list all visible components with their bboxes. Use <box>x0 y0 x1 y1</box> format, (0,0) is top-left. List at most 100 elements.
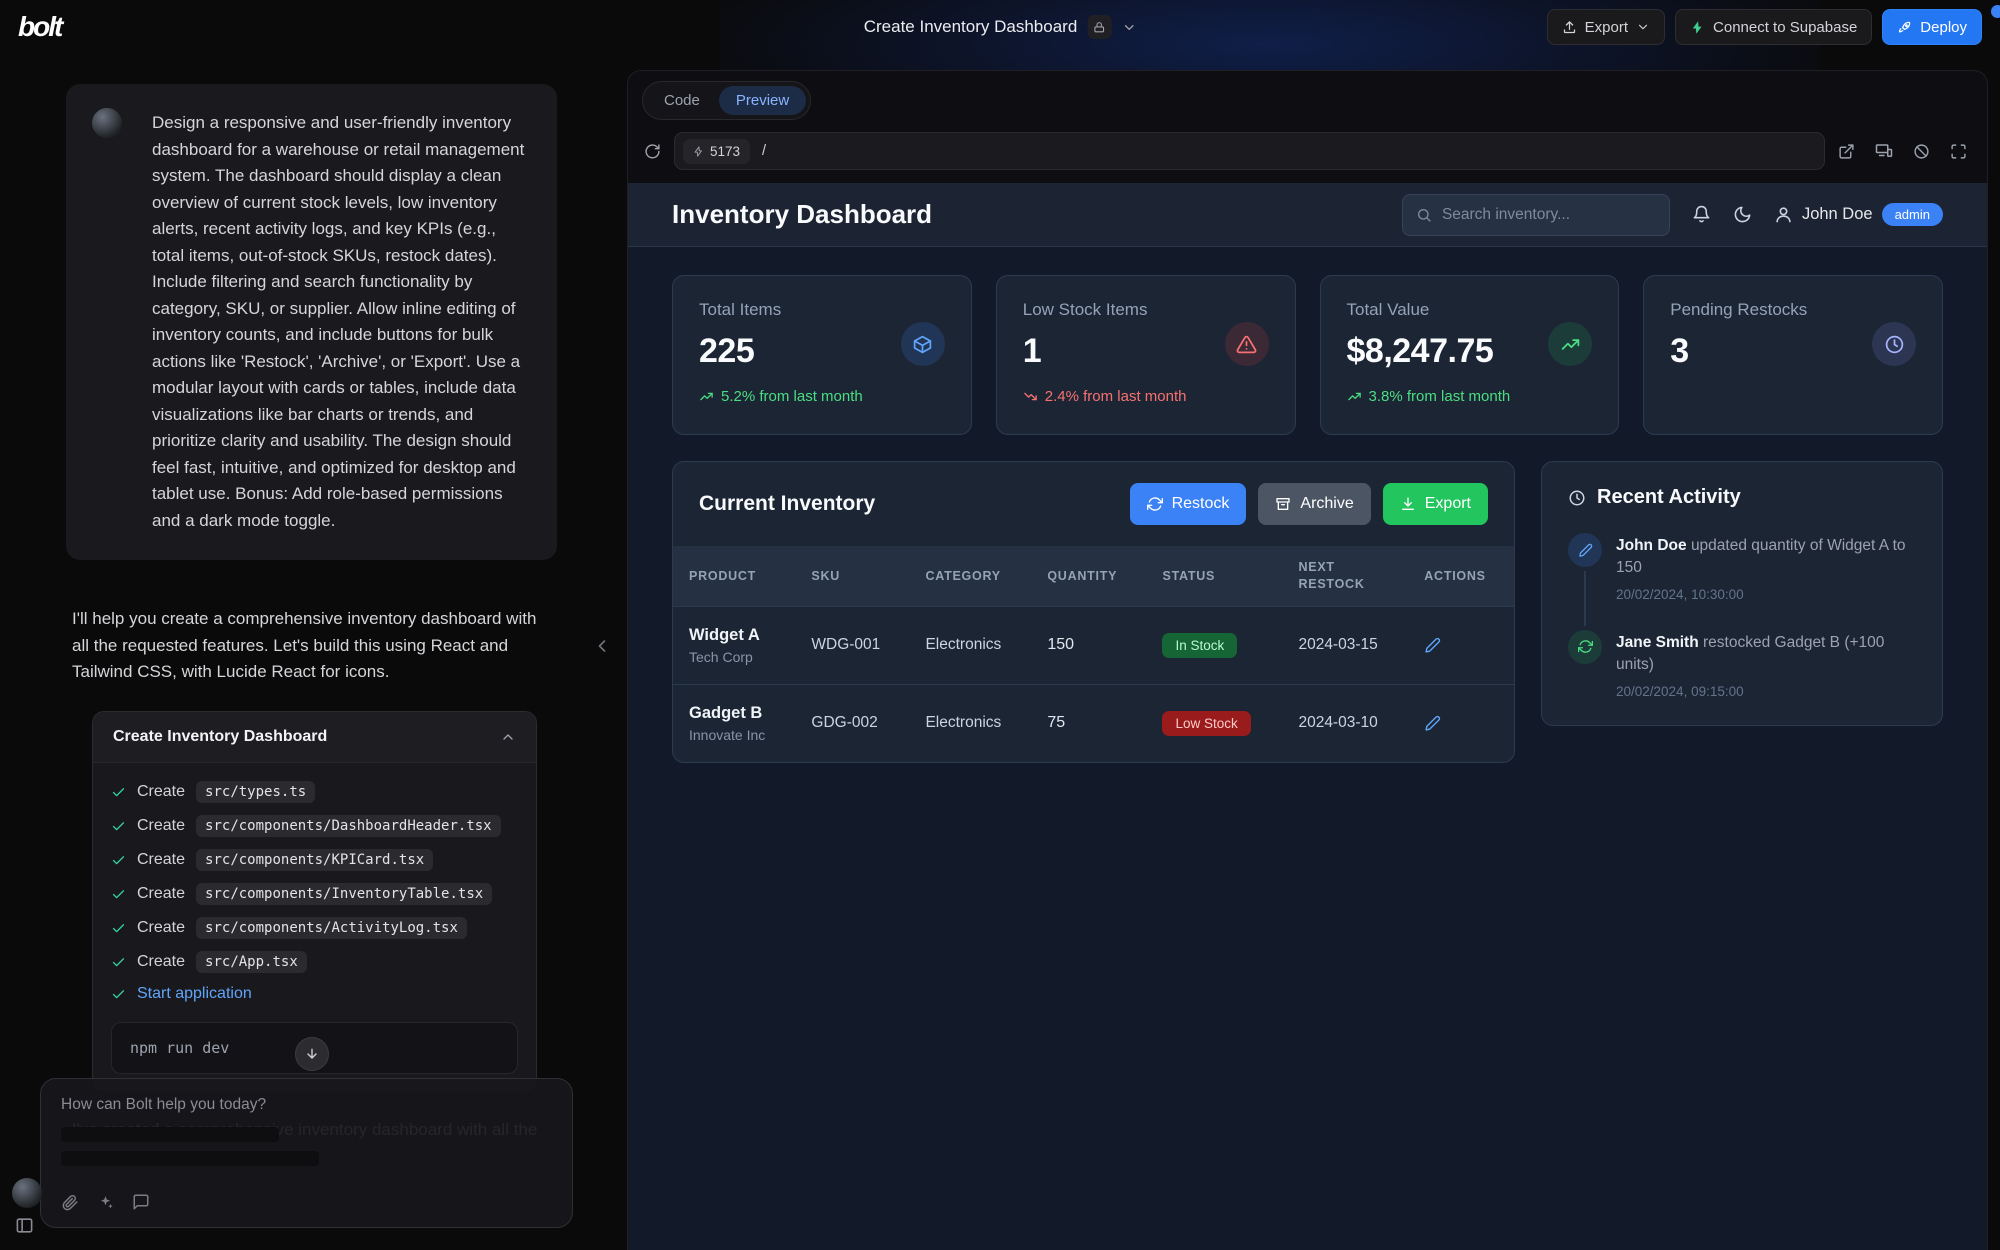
url-path: / <box>762 143 766 159</box>
quantity-cell[interactable]: 75 <box>1031 684 1146 762</box>
upload-icon <box>1562 20 1577 35</box>
chevron-down-icon <box>1121 20 1136 35</box>
category-cell: Electronics <box>909 606 1031 684</box>
check-icon <box>111 853 126 868</box>
scroll-to-bottom-button[interactable] <box>295 1037 329 1071</box>
archive-icon <box>1275 496 1291 512</box>
chat-input[interactable] <box>61 1096 552 1114</box>
inventory-table: PRODUCT SKU CATEGORY QUANTITY STATUS NEX… <box>673 546 1514 762</box>
timeline-connector <box>1584 571 1586 626</box>
devices-icon <box>1875 142 1893 160</box>
edit-activity-icon-badge <box>1568 533 1602 567</box>
project-title: Create Inventory Dashboard <box>864 17 1078 37</box>
app-header: Inventory Dashboard John Doe admin <box>628 183 1987 247</box>
tab-code[interactable]: Code <box>647 86 717 115</box>
step-file-chip[interactable]: src/App.tsx <box>196 951 307 973</box>
artifact-step: Create src/types.ts <box>111 775 518 809</box>
open-external-button[interactable] <box>1838 143 1855 160</box>
step-file-chip[interactable]: src/components/ActivityLog.tsx <box>196 917 467 939</box>
url-bar[interactable]: 5173 / <box>674 132 1825 170</box>
step-file-chip[interactable]: src/components/InventoryTable.tsx <box>196 883 492 905</box>
activity-actor: John Doe <box>1616 537 1687 554</box>
dark-mode-toggle[interactable] <box>1733 205 1752 224</box>
step-file-chip[interactable]: src/components/KPICard.tsx <box>196 849 433 871</box>
download-icon <box>1400 496 1416 512</box>
status-badge: In Stock <box>1162 633 1237 658</box>
kpi-label: Pending Restocks <box>1670 300 1916 320</box>
step-file-chip[interactable]: src/types.ts <box>196 781 315 803</box>
chevron-left-icon <box>592 636 612 656</box>
check-icon <box>111 785 126 800</box>
chevron-down-icon <box>1636 20 1650 34</box>
chevron-up-icon[interactable] <box>500 729 516 745</box>
restock-date-cell: 2024-03-15 <box>1282 606 1408 684</box>
inspector-toggle-button[interactable] <box>1913 143 1930 160</box>
artifact-step: Create src/components/KPICard.tsx <box>111 843 518 877</box>
inventory-search[interactable] <box>1402 194 1670 236</box>
project-title-group[interactable]: Create Inventory Dashboard <box>864 15 1137 39</box>
restock-button[interactable]: Restock <box>1130 483 1247 525</box>
inventory-panel: Current Inventory Restock Archive <box>672 461 1515 763</box>
kpi-label: Total Value <box>1347 300 1593 320</box>
chat-input-card[interactable] <box>40 1078 573 1228</box>
activity-header: Recent Activity <box>1568 486 1916 509</box>
search-input[interactable] <box>1442 206 1656 224</box>
package-icon-badge <box>901 322 945 366</box>
attach-link-icon[interactable] <box>61 1193 79 1211</box>
profile-avatar-button[interactable] <box>12 1178 42 1208</box>
alert-triangle-icon <box>1236 334 1257 355</box>
activity-title: Recent Activity <box>1597 486 1741 509</box>
artifact-header[interactable]: Create Inventory Dashboard <box>93 712 536 763</box>
export-button[interactable]: Export <box>1547 9 1665 45</box>
lock-icon <box>1093 21 1106 34</box>
connect-supabase-button[interactable]: Connect to Supabase <box>1675 9 1872 45</box>
trending-up-icon <box>1347 389 1362 404</box>
col-sku: SKU <box>795 546 909 606</box>
kpi-card-total-items: Total Items 225 5.2% from last month <box>672 275 972 435</box>
fullscreen-button[interactable] <box>1950 143 1967 160</box>
clock-icon-badge <box>1872 322 1916 366</box>
deploy-button[interactable]: Deploy <box>1882 9 1982 45</box>
category-cell: Electronics <box>909 684 1031 762</box>
bolt-logo[interactable]: bolt <box>18 11 61 43</box>
step-file-chip[interactable]: src/components/DashboardHeader.tsx <box>196 815 501 837</box>
sidebar-toggle-button[interactable] <box>15 1216 34 1235</box>
col-actions: ACTIONS <box>1408 546 1514 606</box>
activity-list: John Doe updated quantity of Widget A to… <box>1568 533 1916 701</box>
app-header-actions: John Doe admin <box>1402 194 1943 236</box>
notifications-button[interactable] <box>1692 205 1711 224</box>
external-link-icon <box>1838 143 1855 160</box>
kpi-label: Total Items <box>699 300 945 320</box>
edit-row-button[interactable] <box>1424 715 1498 732</box>
chat-mode-icon[interactable] <box>132 1193 150 1211</box>
product-name: Gadget B <box>689 704 779 723</box>
user-menu[interactable]: John Doe admin <box>1774 203 1943 226</box>
artifact-card: Create Inventory Dashboard Create src/ty… <box>92 711 537 1091</box>
start-application-step[interactable]: Start application <box>111 979 518 1009</box>
user-icon <box>1774 205 1793 224</box>
trending-up-icon <box>1560 334 1581 355</box>
col-status: STATUS <box>1146 546 1282 606</box>
enhance-prompt-icon[interactable] <box>97 1194 114 1211</box>
alert-icon-badge <box>1225 322 1269 366</box>
inventory-title: Current Inventory <box>699 492 875 516</box>
collapse-chat-button[interactable] <box>592 636 612 656</box>
kpi-card-total-value: Total Value $8,247.75 3.8% from last mon… <box>1320 275 1620 435</box>
quantity-cell[interactable]: 150 <box>1031 606 1146 684</box>
kpi-trend: 3.8% from last month <box>1347 388 1593 405</box>
archive-label: Archive <box>1300 495 1353 513</box>
edit-row-button[interactable] <box>1424 637 1498 654</box>
tab-preview[interactable]: Preview <box>719 86 806 115</box>
chat-panel: Design a responsive and user-friendly in… <box>0 54 627 1250</box>
responsive-preview-button[interactable] <box>1875 142 1893 160</box>
clock-icon <box>1568 489 1586 507</box>
refresh-icon <box>1147 496 1163 512</box>
reload-button[interactable] <box>644 143 661 160</box>
project-menu-chevron[interactable] <box>1121 20 1136 35</box>
chat-input-toolbar <box>61 1193 552 1211</box>
archive-button[interactable]: Archive <box>1258 483 1370 525</box>
port-badge[interactable]: 5173 <box>683 139 750 164</box>
export-button[interactable]: Export <box>1383 483 1488 525</box>
private-project-chip[interactable] <box>1087 15 1111 39</box>
user-avatar <box>92 108 122 138</box>
